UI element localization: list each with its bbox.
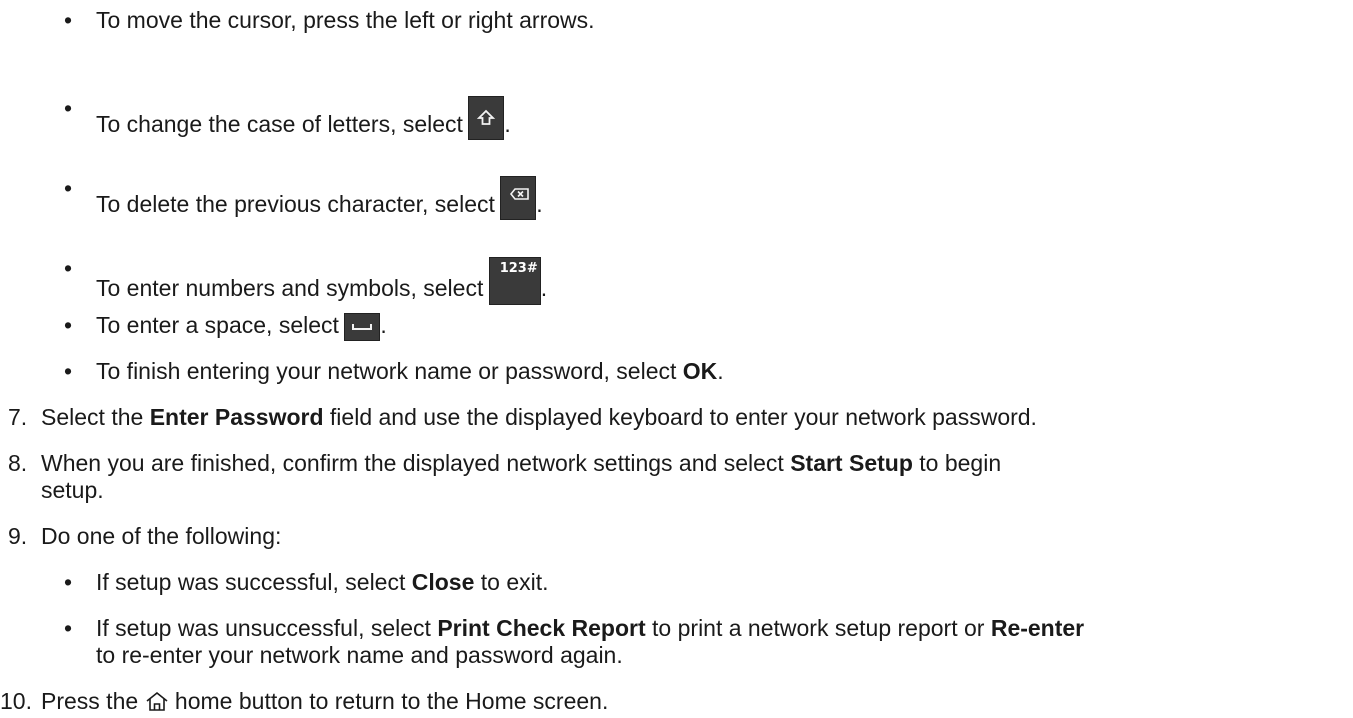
step-bold: Start Setup — [790, 450, 913, 476]
step-8: When you are finished, confirm the displ… — [41, 449, 1001, 477]
bullet-punct: . — [504, 111, 511, 137]
bullet-change-case: To change the case of letters, select . — [96, 94, 511, 140]
bullet-text: To finish entering your network name or … — [96, 358, 683, 384]
bullet-text: To enter numbers and symbols, select — [96, 275, 490, 301]
step-text: Press the — [41, 688, 145, 714]
bullet-marker: • — [64, 312, 73, 338]
bullet-text: To change the case of letters, select — [96, 111, 470, 137]
step-number: 7. — [8, 404, 28, 430]
bullet-bold-close: Close — [411, 569, 475, 595]
step-number: 8. — [8, 450, 28, 476]
bullet-marker: • — [64, 95, 73, 121]
step-7: Select the Enter Password field and use … — [41, 403, 1037, 431]
bullet-text: If setup was successful, select — [96, 569, 412, 595]
bullet-text: to print a network setup report or — [645, 615, 991, 641]
bullet-marker: • — [64, 7, 73, 33]
bullet-text: If setup was unsuccessful, select — [96, 615, 438, 641]
bullet-setup-success: If setup was successful, select Close to… — [96, 568, 549, 596]
bullet-space: To enter a space, select . — [96, 311, 387, 341]
step-text: Do one of the following: — [41, 523, 282, 549]
bullet-marker: • — [64, 255, 73, 281]
step-text: field and use the displayed keyboard to … — [323, 404, 1037, 430]
bullet-move-cursor: To move the cursor, press the left or ri… — [96, 6, 595, 34]
step-8-continuation: setup. — [41, 476, 104, 504]
shift-key-icon — [468, 96, 505, 140]
home-icon — [145, 690, 169, 718]
bullet-bold-re-enter: Re-enter — [990, 615, 1085, 641]
bullet-setup-failure: If setup was unsuccessful, select Print … — [96, 614, 1084, 642]
space-key-icon — [344, 313, 381, 341]
step-text: setup. — [41, 477, 104, 503]
bullet-bold-print-check-report: Print Check Report — [437, 615, 646, 641]
bullet-delete-char: To delete the previous character, select… — [96, 174, 543, 220]
backspace-key-icon — [500, 176, 537, 220]
bullet-bold-ok: OK — [682, 358, 718, 384]
step-number: 10. — [0, 688, 32, 714]
bullet-text: To delete the previous character, select — [96, 191, 502, 217]
bullet-setup-failure-continuation: to re-enter your network name and passwo… — [96, 641, 623, 669]
bullet-punct: . — [536, 191, 543, 217]
bullet-text: to re-enter your network name and passwo… — [96, 642, 623, 668]
step-10: Press the home button to return to the H… — [41, 687, 608, 718]
numbers-symbols-key-label: 123# — [499, 261, 538, 276]
step-9: Do one of the following: — [41, 522, 281, 550]
step-number: 9. — [8, 523, 28, 549]
numbers-symbols-key-icon: 123# — [488, 257, 541, 305]
step-text: When you are finished, confirm the displ… — [41, 450, 791, 476]
bullet-text: to exit. — [474, 569, 549, 595]
step-text: to begin — [912, 450, 1002, 476]
bullet-text: To move the cursor, press the left or ri… — [96, 7, 595, 33]
bullet-text: To enter a space, select — [96, 312, 346, 338]
bullet-punct: . — [717, 358, 724, 384]
bullet-punct: . — [380, 312, 387, 338]
step-text: Select the — [41, 404, 150, 430]
bullet-finish-entry: To finish entering your network name or … — [96, 357, 724, 385]
bullet-numbers-symbols: To enter numbers and symbols, select 123… — [96, 254, 548, 305]
step-bold: Enter Password — [149, 404, 324, 430]
bullet-marker: • — [64, 615, 73, 641]
bullet-marker: • — [64, 358, 73, 384]
bullet-marker: • — [64, 569, 73, 595]
bullet-punct: . — [540, 275, 548, 301]
bullet-marker: • — [64, 175, 73, 201]
step-text: home button to return to the Home screen… — [168, 688, 609, 714]
